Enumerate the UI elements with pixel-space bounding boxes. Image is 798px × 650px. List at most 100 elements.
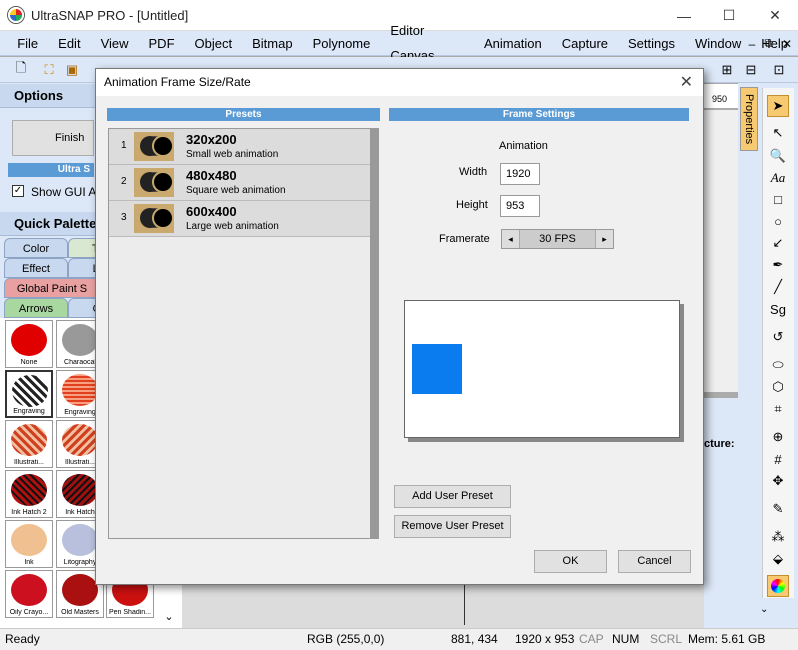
- palette-swatch[interactable]: Illustrati...: [5, 420, 53, 468]
- canvas-area: [182, 583, 738, 628]
- framerate-label: Framerate: [439, 233, 490, 245]
- width-input[interactable]: 1920: [500, 163, 540, 185]
- preset-item[interactable]: 3 600x400 Large web animation: [109, 201, 370, 237]
- grid-icon[interactable]: ⊡: [770, 61, 788, 79]
- curve-icon[interactable]: ↙: [767, 232, 789, 254]
- fill-icon[interactable]: ⬙: [767, 548, 789, 570]
- properties-tab[interactable]: Properties: [740, 87, 758, 151]
- crop-icon[interactable]: ⌗: [767, 398, 789, 420]
- swatch-preview-icon: [62, 424, 98, 456]
- tab-effect[interactable]: Effect: [4, 258, 68, 278]
- panel-strip: [704, 398, 738, 628]
- menu-window[interactable]: Window: [685, 31, 751, 56]
- tab-arrows[interactable]: Arrows: [4, 298, 68, 318]
- status-scroll-lock: SCRL: [650, 632, 683, 646]
- presets-header: Presets: [107, 108, 380, 121]
- cancel-button[interactable]: Cancel: [618, 550, 691, 573]
- zoom-icon[interactable]: 🔍: [767, 145, 789, 167]
- select-arrow-icon[interactable]: ➤: [767, 95, 789, 117]
- rectangle-icon[interactable]: □: [767, 188, 789, 210]
- magnify-area-icon[interactable]: ⊕: [767, 426, 789, 448]
- framerate-decrease-icon[interactable]: ◂: [502, 230, 520, 248]
- spray-icon[interactable]: ⁂: [767, 526, 789, 548]
- swatch-label: Engraving: [13, 408, 45, 415]
- mdi-minimize-button[interactable]: –: [749, 37, 756, 51]
- line-icon[interactable]: ╱: [767, 276, 789, 298]
- tab-global-paint[interactable]: Global Paint S: [4, 278, 100, 298]
- minimize-button[interactable]: —: [661, 0, 707, 31]
- height-label: Height: [456, 199, 488, 211]
- app-logo-icon: [8, 7, 24, 23]
- menu-edit[interactable]: Edit: [48, 31, 90, 56]
- pen-icon[interactable]: ✒: [767, 254, 789, 276]
- mdi-close-button[interactable]: ✕: [782, 37, 792, 51]
- window-title: UltraSNAP PRO - [Untitled]: [31, 8, 189, 23]
- menu-bar: File Edit View PDF Object Bitmap Polynom…: [0, 23, 798, 63]
- palette-swatch[interactable]: Ink: [5, 520, 53, 568]
- expand-icon[interactable]: ⌄: [760, 604, 768, 615]
- preset-name: 480x480: [186, 168, 237, 183]
- ellipse-icon[interactable]: ○: [767, 210, 789, 232]
- preview-frame-box: [412, 344, 462, 394]
- preset-item[interactable]: 2 480x480 Square web animation: [109, 165, 370, 201]
- maximize-button[interactable]: ☐: [706, 0, 752, 31]
- grid-select-icon[interactable]: #: [767, 448, 789, 470]
- mdi-restore-button[interactable]: ⧉: [764, 36, 773, 51]
- lasso-icon[interactable]: ↺: [767, 326, 789, 348]
- color-wheel-icon[interactable]: [767, 575, 789, 597]
- frame-preview: [404, 300, 680, 438]
- dialog-title: Animation Frame Size/Rate: [104, 75, 251, 89]
- menu-view[interactable]: View: [91, 31, 139, 56]
- dialog-close-button[interactable]: ✕: [680, 72, 693, 92]
- transform-icon[interactable]: ✥: [767, 470, 789, 492]
- align-icon[interactable]: ⊞: [718, 61, 736, 79]
- capture-window-icon[interactable]: ▣: [63, 61, 81, 79]
- preset-item[interactable]: 1 320x200 Small web animation: [109, 129, 370, 165]
- menu-settings[interactable]: Settings: [618, 31, 685, 56]
- status-caps-lock: CAP: [579, 632, 604, 646]
- menu-animation[interactable]: Animation: [474, 31, 552, 56]
- animation-label: Animation: [499, 140, 548, 152]
- ok-button[interactable]: OK: [534, 550, 607, 573]
- menu-bitmap[interactable]: Bitmap: [242, 31, 302, 56]
- preset-description: Small web animation: [186, 149, 279, 160]
- capture-icon[interactable]: ⛶: [40, 61, 58, 79]
- menu-capture[interactable]: Capture: [552, 31, 618, 56]
- palette-swatch[interactable]: Engraving: [5, 370, 53, 418]
- palette-swatch[interactable]: Oily Crayo...: [5, 570, 53, 618]
- film-reel-icon: [134, 204, 174, 233]
- swatch-preview-icon: [62, 374, 98, 406]
- eyedropper-icon[interactable]: ✎: [767, 498, 789, 520]
- distribute-icon[interactable]: ⊟: [742, 61, 760, 79]
- add-user-preset-button[interactable]: Add User Preset: [394, 485, 511, 508]
- palette-swatch[interactable]: None: [5, 320, 53, 368]
- finish-button[interactable]: Finish E: [12, 120, 94, 178]
- mdi-controls: – ⧉ ✕: [749, 31, 792, 56]
- menu-polynome[interactable]: Polynome: [303, 31, 381, 56]
- menu-object[interactable]: Object: [185, 31, 243, 56]
- menu-pdf[interactable]: PDF: [139, 31, 185, 56]
- canvas-divider: [464, 585, 465, 625]
- palette-tab-row: Global Paint S: [4, 278, 100, 298]
- swatch-preview-icon: [62, 574, 98, 606]
- show-gui-checkbox[interactable]: ✓: [12, 185, 24, 197]
- framerate-increase-icon[interactable]: ▸: [595, 230, 613, 248]
- node-edit-icon[interactable]: ↖: [767, 122, 789, 144]
- signature-icon[interactable]: Sg: [767, 298, 789, 320]
- palette-swatch[interactable]: Ink Hatch 2: [5, 470, 53, 518]
- dialog-title-bar: Animation Frame Size/Rate ✕: [96, 69, 703, 96]
- text-tool-icon[interactable]: Aa: [767, 167, 789, 189]
- status-rgb: RGB (255,0,0): [307, 632, 385, 646]
- tab-color[interactable]: Color: [4, 238, 68, 258]
- scroll-down-icon[interactable]: ⌄: [160, 608, 178, 626]
- status-image-size: 1920 x 953: [515, 632, 575, 646]
- swatch-preview-icon: [11, 474, 47, 506]
- remove-user-preset-button[interactable]: Remove User Preset: [394, 515, 511, 538]
- shape-select-icon[interactable]: ⬡: [767, 376, 789, 398]
- freehand-select-icon[interactable]: ⬭: [767, 354, 789, 376]
- height-input[interactable]: 953: [500, 195, 540, 217]
- close-button[interactable]: ✕: [752, 0, 798, 31]
- new-document-icon[interactable]: 🗋: [12, 60, 30, 79]
- preset-scrollbar[interactable]: [370, 129, 378, 538]
- menu-file[interactable]: File: [7, 31, 48, 56]
